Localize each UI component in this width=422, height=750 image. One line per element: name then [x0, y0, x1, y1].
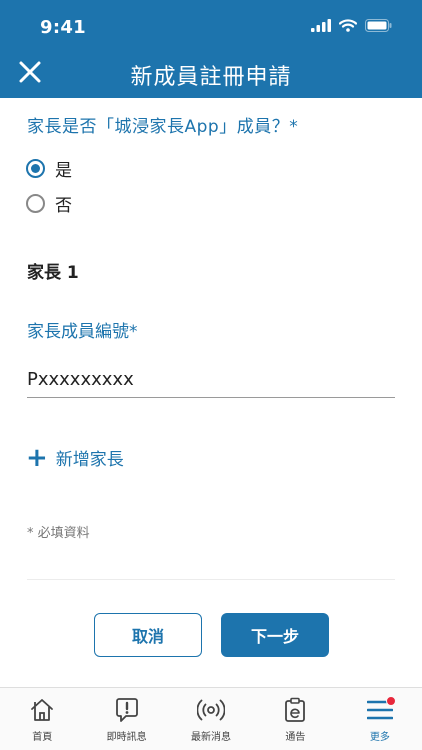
- add-parent-label: 新增家長: [55, 450, 124, 470]
- add-parent-button[interactable]: + 新增家長: [26, 442, 124, 473]
- home-icon: [28, 696, 56, 724]
- radio-option-label: 是: [55, 161, 72, 181]
- tab-home[interactable]: 首頁: [0, 688, 84, 750]
- page-title: 新成員註冊申請: [130, 65, 292, 90]
- cellular-signal-icon: [311, 19, 331, 32]
- tab-label: 最新消息: [191, 732, 232, 743]
- radio-option-label: 否: [55, 196, 72, 216]
- bottom-tab-bar: 首頁 即時訊息 最新消息 通告 更多: [0, 687, 422, 750]
- tab-instant-messages[interactable]: 即時訊息: [84, 688, 168, 750]
- alert-message-icon: [113, 696, 141, 724]
- divider: [27, 579, 395, 580]
- broadcast-icon: [197, 696, 226, 724]
- next-button[interactable]: 下一步: [221, 613, 329, 657]
- parent-section-title: 家長 1: [27, 263, 79, 283]
- status-time: 9:41: [40, 17, 86, 38]
- status-icons: [311, 19, 392, 32]
- radio-checked-icon: [26, 159, 45, 178]
- member-id-input[interactable]: [27, 362, 395, 398]
- tab-label: 首頁: [32, 732, 53, 743]
- tab-label: 通告: [285, 732, 306, 743]
- tab-label: 更多: [369, 732, 390, 743]
- radio-option-no[interactable]: 否: [26, 191, 72, 216]
- radio-unchecked-icon: [26, 194, 45, 213]
- tab-label: 即時訊息: [106, 732, 147, 743]
- notice-icon: [281, 696, 309, 724]
- battery-icon: [365, 19, 392, 32]
- tab-notices[interactable]: 通告: [253, 688, 337, 750]
- member-id-label: 家長成員編號*: [27, 322, 138, 342]
- question-label: 家長是否「城浸家長App」成員？*: [27, 117, 299, 137]
- app-header: 9:41 新成員註冊申請: [0, 0, 422, 98]
- tab-more[interactable]: 更多: [338, 688, 422, 750]
- required-note: * 必填資料: [27, 526, 90, 541]
- wifi-icon: [339, 19, 357, 32]
- notification-badge-dot: [385, 696, 396, 706]
- tab-latest-news[interactable]: 最新消息: [169, 688, 253, 750]
- cancel-button[interactable]: 取消: [94, 613, 202, 657]
- plus-icon: +: [26, 442, 48, 473]
- radio-option-yes[interactable]: 是: [26, 156, 72, 181]
